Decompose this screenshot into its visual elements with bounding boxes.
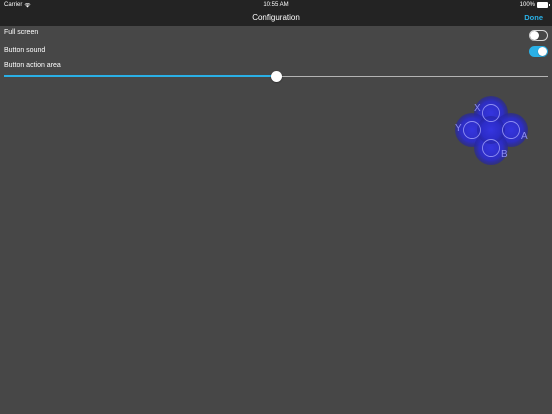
status-bar: Carrier 10:55 AM 100%: [0, 0, 552, 10]
toggle-knob: [538, 47, 547, 56]
gamepad-label-x: X: [474, 103, 481, 114]
gamepad-label-b: B: [501, 149, 508, 160]
gamepad-label-y: Y: [455, 123, 462, 134]
slider-track-fill: [4, 75, 276, 77]
battery-group: 100%: [519, 0, 550, 10]
toggle-knob: [530, 31, 539, 40]
status-time: 10:55 AM: [263, 2, 289, 8]
done-button[interactable]: Done: [524, 10, 543, 26]
battery-percent: 100%: [519, 2, 535, 8]
gamepad-label-a: A: [521, 131, 528, 142]
slider-thumb[interactable]: [270, 71, 282, 82]
button-sound-toggle[interactable]: [529, 46, 548, 57]
navigation-bar: Configuration Done: [0, 10, 552, 26]
button-action-area-slider[interactable]: [4, 71, 548, 82]
battery-icon: [537, 2, 550, 8]
full-screen-label: Full screen: [4, 29, 39, 36]
full-screen-toggle[interactable]: [529, 30, 548, 41]
button-sound-label: Button sound: [4, 47, 46, 54]
button-action-area-label: Button action area: [4, 62, 61, 69]
page-title: Configuration: [252, 13, 300, 22]
gamepad-preview: X Y A B: [444, 89, 534, 171]
gamepad-icon: X Y A B: [455, 96, 528, 165]
